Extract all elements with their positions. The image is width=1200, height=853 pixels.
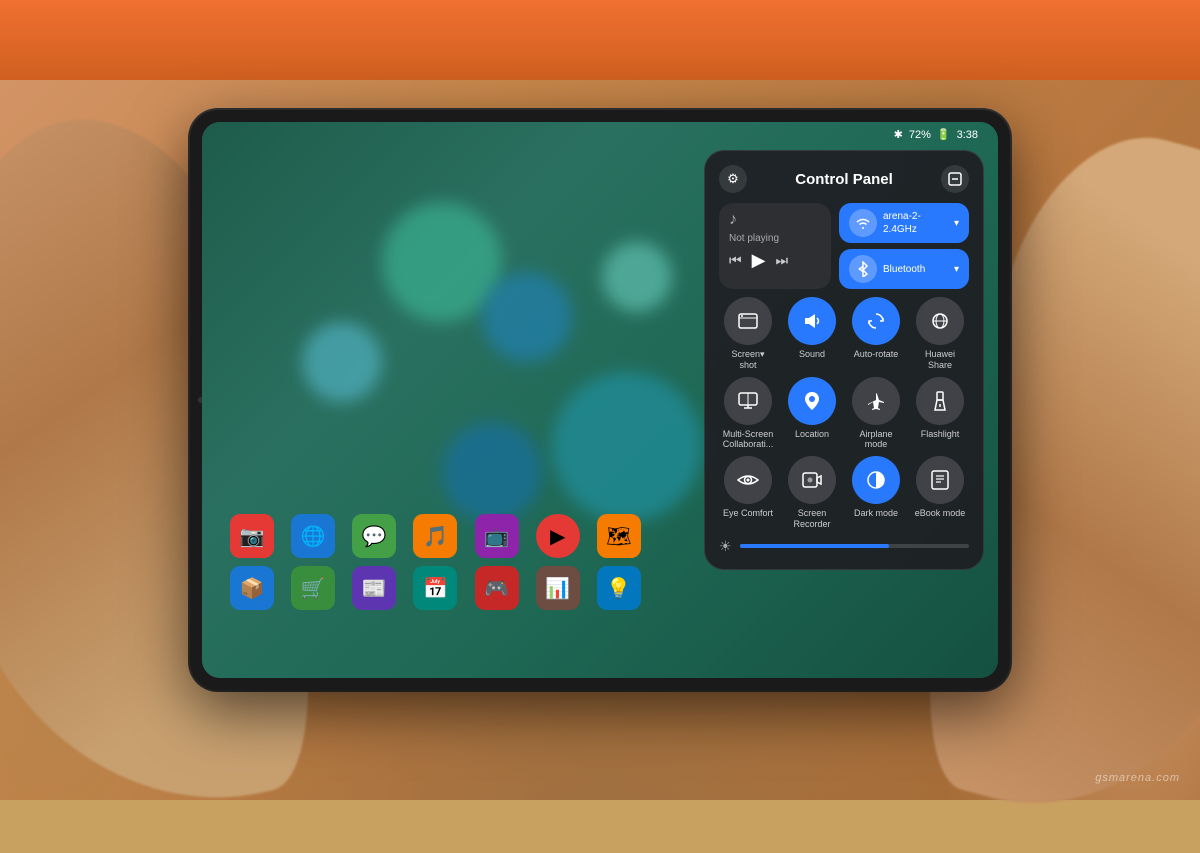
toggle-airplane[interactable]: Airplanemode — [847, 377, 905, 451]
battery-percent: 72% — [909, 129, 931, 141]
multiscreen-label: Multi-ScreenCollaborati... — [723, 429, 774, 451]
bt-expand-arrow[interactable]: ▾ — [954, 264, 959, 275]
app-icon[interactable]: 🎮 — [475, 566, 519, 610]
multiscreen-btn[interactable] — [724, 377, 772, 425]
sound-label: Sound — [799, 349, 825, 360]
time-display: 3:38 — [957, 129, 978, 141]
edit-button[interactable] — [941, 165, 969, 193]
eyecomfort-btn[interactable] — [724, 456, 772, 504]
brightness-fill — [740, 544, 889, 548]
location-btn[interactable] — [788, 377, 836, 425]
status-bar: ✱ 72% 🔋 3:38 — [894, 128, 978, 141]
bg-blob-5 — [602, 242, 672, 312]
tablet-device: ✱ 72% 🔋 3:38 📷 🌐 💬 🎵 📺 ▶ 🗺 📦 🛒 📰 📅 🎮 � — [190, 110, 1010, 690]
sound-btn[interactable] — [788, 297, 836, 345]
wifi-toggle[interactable]: arena-2- 2.4GHz ▾ — [839, 203, 969, 243]
autorotate-btn[interactable] — [852, 297, 900, 345]
app-icon[interactable]: 📰 — [352, 566, 396, 610]
autorotate-label: Auto-rotate — [854, 349, 899, 360]
app-icon[interactable]: 📺 — [475, 514, 519, 558]
wifi-icon — [849, 209, 877, 237]
toggle-multiscreen[interactable]: Multi-ScreenCollaborati... — [719, 377, 777, 451]
app-icon[interactable]: 💡 — [597, 566, 641, 610]
screenrecorder-label: ScreenRecorder — [793, 508, 830, 530]
quick-toggles-grid: Screen▾shot Sound — [719, 297, 969, 530]
bluetooth-toggle[interactable]: Bluetooth ▾ — [839, 249, 969, 289]
toggle-ebookmode[interactable]: eBook mode — [911, 456, 969, 530]
brightness-slider[interactable] — [740, 544, 969, 548]
scene: ✱ 72% 🔋 3:38 📷 🌐 💬 🎵 📺 ▶ 🗺 📦 🛒 📰 📅 🎮 � — [0, 0, 1200, 800]
bg-blob-6 — [552, 372, 702, 522]
app-icon[interactable]: 📅 — [413, 566, 457, 610]
play-button[interactable]: ▶ — [752, 250, 766, 271]
app-icon[interactable]: 🗺 — [597, 514, 641, 558]
toggle-darkmode[interactable]: Dark mode — [847, 456, 905, 530]
screenrecorder-btn[interactable] — [788, 456, 836, 504]
app-icon[interactable]: 📊 — [536, 566, 580, 610]
wifi-name: arena-2- 2.4GHz — [883, 210, 921, 236]
cp-top-row: ♪ Not playing ⏮ ▶ ⏭ — [719, 203, 969, 289]
app-icon[interactable]: 💬 — [352, 514, 396, 558]
app-icon[interactable]: 🛒 — [291, 566, 335, 610]
settings-button[interactable]: ⚙ — [719, 165, 747, 193]
app-icon[interactable]: 🌐 — [291, 514, 335, 558]
airplane-btn[interactable] — [852, 377, 900, 425]
darkmode-label: Dark mode — [854, 508, 898, 519]
toggle-autorotate[interactable]: Auto-rotate — [847, 297, 905, 371]
app-icon[interactable]: ▶ — [536, 514, 580, 558]
toggle-huaweishare[interactable]: HuaweiShare — [911, 297, 969, 371]
huaweishare-btn[interactable] — [916, 297, 964, 345]
app-icon[interactable]: 🎵 — [413, 514, 457, 558]
flashlight-label: Flashlight — [921, 429, 960, 440]
darkmode-btn[interactable] — [852, 456, 900, 504]
brightness-icon: ☀ — [719, 538, 732, 555]
tablet-screen: ✱ 72% 🔋 3:38 📷 🌐 💬 🎵 📺 ▶ 🗺 📦 🛒 📰 📅 🎮 � — [202, 122, 998, 678]
battery-icon: 🔋 — [937, 128, 951, 141]
prev-button[interactable]: ⏮ — [729, 252, 742, 269]
control-panel-header: ⚙ Control Panel — [719, 165, 969, 193]
control-panel: ⚙ Control Panel — [704, 150, 984, 570]
media-controls: ⏮ ▶ ⏭ — [729, 250, 821, 271]
media-status: Not playing — [729, 233, 821, 244]
cp-right-icons — [941, 165, 969, 193]
app-grid: 📷 🌐 💬 🎵 📺 ▶ 🗺 📦 🛒 📰 📅 🎮 📊 💡 — [222, 506, 658, 618]
ebookmode-label: eBook mode — [915, 508, 966, 519]
location-label: Location — [795, 429, 829, 440]
wifi-expand-arrow[interactable]: ▾ — [954, 218, 959, 229]
toggle-screenrecorder[interactable]: ScreenRecorder — [783, 456, 841, 530]
ebookmode-btn[interactable] — [916, 456, 964, 504]
bg-blob-2 — [482, 272, 572, 362]
huaweishare-label: HuaweiShare — [925, 349, 955, 371]
toggle-flashlight[interactable]: Flashlight — [911, 377, 969, 451]
screenshot-btn[interactable] — [724, 297, 772, 345]
flashlight-btn[interactable] — [916, 377, 964, 425]
eyecomfort-label: Eye Comfort — [723, 508, 773, 519]
music-icon: ♪ — [729, 211, 821, 229]
media-card[interactable]: ♪ Not playing ⏮ ▶ ⏭ — [719, 203, 831, 289]
toggle-eyecomfort[interactable]: Eye Comfort — [719, 456, 777, 530]
control-panel-title: Control Panel — [747, 171, 941, 188]
watermark: gsmarena.com — [1095, 772, 1180, 784]
wifi-bt-column: arena-2- 2.4GHz ▾ — [839, 203, 969, 289]
toggle-sound[interactable]: Sound — [783, 297, 841, 371]
bg-blob-3 — [302, 322, 382, 402]
bluetooth-icon — [849, 255, 877, 283]
app-icon[interactable]: 📦 — [230, 566, 274, 610]
toggle-location[interactable]: Location — [783, 377, 841, 451]
screenshot-label: Screen▾shot — [731, 349, 764, 371]
bluetooth-status-icon: ✱ — [894, 128, 903, 141]
cp-left-icons: ⚙ — [719, 165, 747, 193]
toggle-screenshot[interactable]: Screen▾shot — [719, 297, 777, 371]
next-button[interactable]: ⏭ — [775, 252, 788, 269]
app-icon[interactable]: 📷 — [230, 514, 274, 558]
bluetooth-name: Bluetooth — [883, 263, 925, 276]
airplane-label: Airplanemode — [859, 429, 892, 451]
brightness-row: ☀ — [719, 538, 969, 555]
